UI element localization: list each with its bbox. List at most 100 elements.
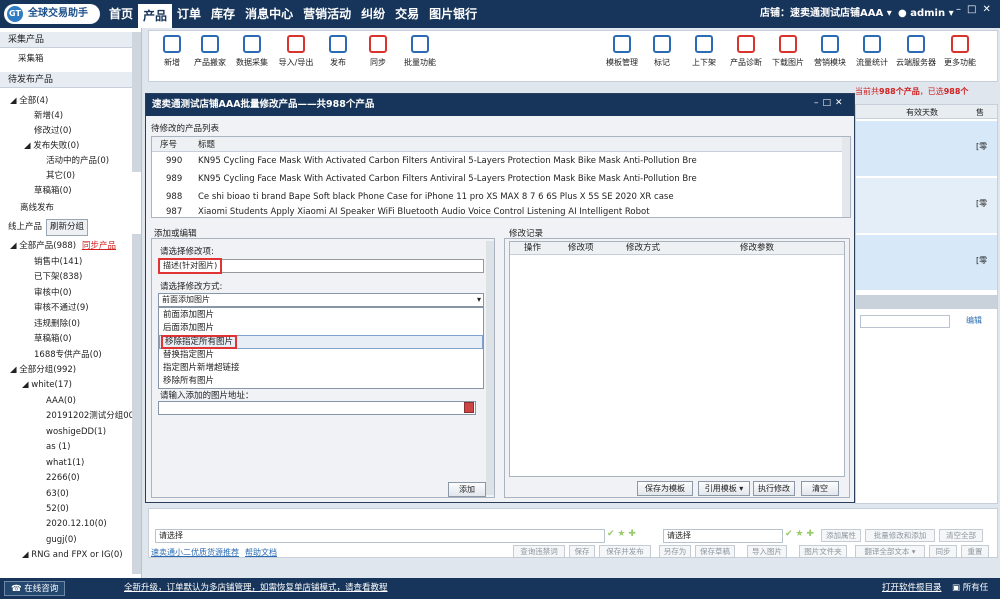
edit-scrollbar[interactable] — [486, 241, 494, 495]
dropdown-option[interactable]: 前面添加图片 — [163, 309, 214, 322]
group-item[interactable]: woshigeDD(1) — [46, 425, 106, 440]
nav-home[interactable]: 首页 — [104, 0, 138, 28]
pending-new[interactable]: 新增(4) — [34, 109, 63, 124]
dropdown-option[interactable]: 指定图片新增超链接 — [163, 362, 240, 375]
cloud-server-button[interactable]: 云端服务器 — [895, 35, 937, 68]
save-as-button[interactable]: 另存为 — [659, 545, 691, 558]
group-item[interactable]: as (1) — [46, 440, 70, 455]
column-mode[interactable]: 修改方式 — [626, 240, 660, 257]
item-select[interactable]: 描述(针对图片) — [158, 258, 484, 274]
traffic-stats-button[interactable]: 流量统计 — [851, 35, 893, 68]
column-no[interactable]: 序号 — [160, 137, 177, 154]
batch-attribute-button[interactable]: 批量修改和添加 — [865, 529, 935, 542]
online-draft[interactable]: 草稿箱(0) — [34, 332, 72, 347]
cite-template-button[interactable]: 引用模板 ▾ — [698, 481, 750, 496]
sync-button[interactable]: 同步 — [357, 35, 399, 68]
help-link[interactable]: 帮助文档 — [245, 547, 277, 558]
execute-button[interactable]: 执行修改 — [753, 481, 795, 496]
category-select[interactable]: 请选择 — [155, 529, 605, 543]
minimize-icon[interactable]: – — [814, 98, 823, 108]
sync-bottom-button[interactable]: 同步 — [929, 545, 957, 558]
pending-draft[interactable]: 草稿箱(0) — [34, 184, 72, 199]
add-button[interactable]: 新增 — [151, 35, 193, 68]
group-white[interactable]: ◢ white(17) — [22, 378, 72, 393]
pending-modified[interactable]: 修改过(0) — [34, 124, 72, 139]
attribute-select[interactable]: 请选择 — [663, 529, 783, 543]
image-picker-icon[interactable] — [464, 402, 474, 413]
source-recommend-link[interactable]: 速卖通小二优质货源推荐 — [151, 547, 239, 558]
shop-selector[interactable]: 店铺：速卖通测试店铺AAA ▾ — [760, 0, 892, 28]
pending-scrollbar[interactable] — [132, 32, 141, 172]
column-sale[interactable]: 售 — [976, 107, 984, 118]
download-images-button[interactable]: 下载图片 — [767, 35, 809, 68]
group-item[interactable]: 2266(0) — [46, 471, 80, 486]
group-item[interactable]: 63(0) — [46, 487, 69, 502]
add-attribute-button[interactable]: 添加属性 — [821, 529, 861, 542]
groups-all[interactable]: ◢ 全部分组(992) — [10, 363, 76, 378]
check-banned-words-button[interactable]: 查询违禁词 — [513, 545, 565, 558]
template-manage-button[interactable]: 模板管理 — [601, 35, 643, 68]
list-scrollbar[interactable] — [842, 137, 850, 217]
image-folder-button[interactable]: 图片文件夹 — [799, 545, 847, 558]
close-icon[interactable]: ✕ — [835, 98, 847, 108]
edit-link[interactable]: 编辑 — [966, 315, 982, 326]
pending-failed[interactable]: ◢ 发布失败(0) — [24, 139, 79, 154]
offline-publish[interactable]: 离线发布 — [20, 201, 54, 216]
nav-marketing[interactable]: 营销活动 — [298, 0, 356, 28]
column-operation[interactable]: 操作 — [524, 240, 541, 257]
mode-select[interactable]: 前面添加图片 ▾ — [158, 293, 484, 307]
column-item[interactable]: 修改项 — [568, 240, 594, 257]
import-export-button[interactable]: 导入/导出 — [275, 35, 317, 68]
pending-all[interactable]: ◢ 全部(4) — [10, 94, 48, 109]
group-item[interactable]: gugj(0) — [46, 533, 77, 548]
data-collect-button[interactable]: 数据采集 — [231, 35, 273, 68]
nav-orders[interactable]: 订单 — [172, 0, 206, 28]
save-draft-button[interactable]: 保存草稿 — [695, 545, 735, 558]
groups-scrollbar[interactable] — [132, 234, 141, 574]
user-menu[interactable]: ● admin ▾ — [898, 0, 954, 28]
online-rejected[interactable]: 审核不通过(9) — [34, 301, 89, 316]
online-consult-button[interactable]: ☎ 在线咨询 — [4, 581, 66, 596]
close-icon[interactable]: ✕ — [982, 4, 996, 15]
tab-refresh-group[interactable]: 刷新分组 — [46, 219, 89, 236]
group-rng[interactable]: ◢ RNG and FPX or IG(0) — [22, 548, 123, 563]
move-products-button[interactable]: 产品搬家 — [189, 35, 231, 68]
notice-link[interactable]: 全新升级，订单默认为多店铺管理，如需恢复单店铺模式，请查看教程 — [124, 578, 388, 599]
import-images-button[interactable]: 导入图片 — [747, 545, 787, 558]
more-functions-button[interactable]: 更多功能 — [939, 35, 981, 68]
clear-button[interactable]: 清空 — [801, 481, 839, 496]
translate-all-button[interactable]: 翻译全部文本 ▾ — [855, 545, 925, 558]
clear-all-button[interactable]: 清空全部 — [939, 529, 983, 542]
nav-trade[interactable]: 交易 — [390, 0, 424, 28]
minimize-icon[interactable]: – — [956, 4, 967, 15]
image-url-input[interactable] — [158, 401, 476, 415]
nav-inventory[interactable]: 库存 — [206, 0, 240, 28]
shelf-button[interactable]: 上下架 — [683, 35, 725, 68]
online-deleted[interactable]: 违规删除(0) — [34, 317, 80, 332]
publish-button[interactable]: 发布 — [317, 35, 359, 68]
online-1688[interactable]: 1688专供产品(0) — [34, 348, 102, 363]
maximize-icon[interactable]: □ — [823, 98, 836, 108]
pending-other[interactable]: 其它(0) — [46, 169, 75, 184]
column-title[interactable]: 标题 — [198, 137, 215, 154]
maximize-icon[interactable]: □ — [967, 4, 982, 15]
bg-select[interactable] — [860, 315, 950, 328]
save-publish-button[interactable]: 保存并发布 — [599, 545, 651, 558]
column-params[interactable]: 修改参数 — [740, 240, 774, 257]
tab-online[interactable]: 线上产品 — [8, 220, 42, 235]
save-button[interactable]: 保存 — [569, 545, 595, 558]
dropdown-option[interactable]: 移除指定所有图片 — [161, 335, 238, 349]
open-root-dir-link[interactable]: 打开软件根目录 — [882, 578, 942, 599]
nav-disputes[interactable]: 纠纷 — [356, 0, 390, 28]
diagnose-button[interactable]: 产品诊断 — [725, 35, 767, 68]
sync-products-link[interactable]: 同步产品 — [82, 239, 116, 254]
group-item[interactable]: 20191202测试分组00' — [46, 409, 136, 424]
nav-messages[interactable]: 消息中心 — [240, 0, 298, 28]
group-item[interactable]: AAA(0) — [46, 394, 76, 409]
column-valid-days[interactable]: 有效天数 — [906, 107, 938, 118]
group-item[interactable]: 2020.12.10(0) — [46, 517, 107, 532]
dropdown-option[interactable]: 移除所有图片 — [163, 375, 214, 388]
online-selling[interactable]: 销售中(141) — [34, 255, 82, 270]
pending-activity[interactable]: 活动中的产品(0) — [46, 154, 109, 169]
group-item[interactable]: 52(0) — [46, 502, 69, 517]
